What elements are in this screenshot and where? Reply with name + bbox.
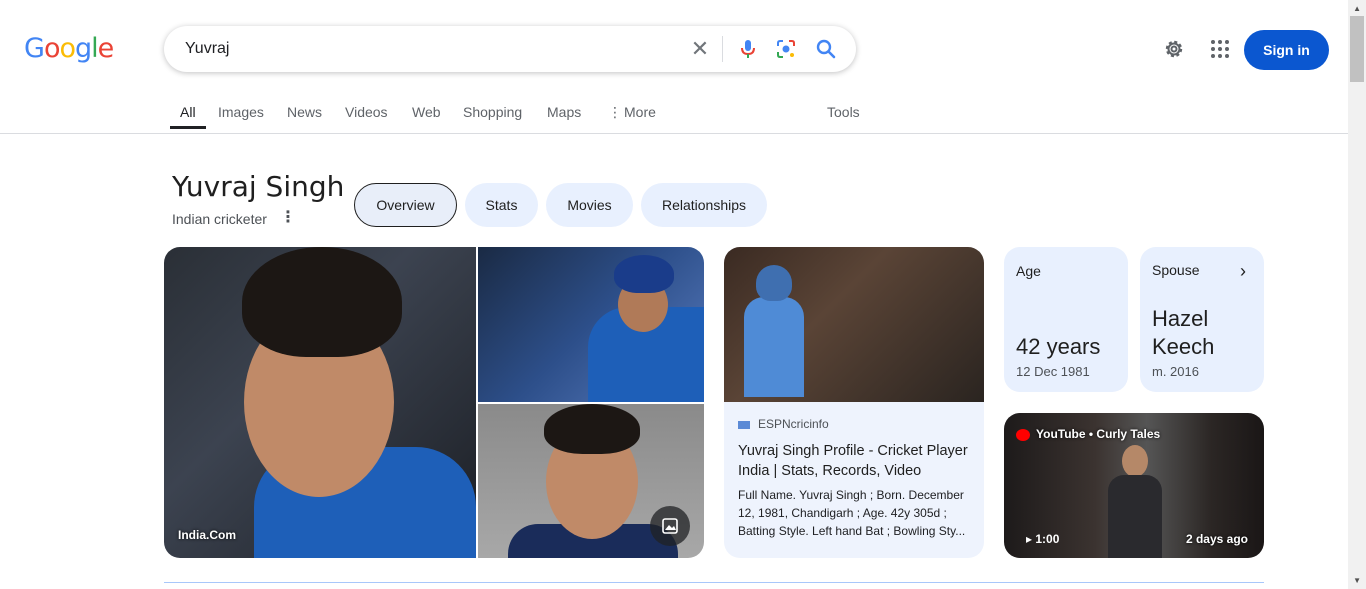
image-source: India.Com [178,528,237,542]
image-icon [662,518,678,534]
image-gallery-button[interactable] [650,506,690,546]
image-hair [544,404,640,454]
image-helmet [756,265,792,301]
entity-subtitle: Indian cricketer [172,211,267,227]
logo-letter-4: g [75,33,92,64]
mic-icon[interactable] [736,37,760,61]
batting-image[interactable] [478,247,704,402]
header-divider [0,133,1348,134]
video-date: 2 days ago [1185,532,1248,546]
sign-in-button[interactable]: Sign in [1244,30,1329,70]
search-tabs: All Images News Videos Web Shopping Maps… [0,104,1348,134]
espn-title[interactable]: Yuvraj Singh Profile - Cricket Player In… [738,441,970,481]
video-duration-label: 1:00 [1035,532,1060,546]
tab-videos[interactable]: Videos [345,104,388,120]
video-source: YouTube • Curly Tales [1016,427,1160,441]
scroll-thumb[interactable] [1350,16,1364,82]
tab-web[interactable]: Web [412,104,441,120]
age-value: 42 years [1016,334,1101,359]
tab-all[interactable]: All [180,104,196,120]
age-label: Age [1016,263,1041,279]
chevron-right-icon: › [1240,261,1246,281]
gear-icon[interactable] [1162,37,1186,61]
chip-movies[interactable]: Movies [546,183,633,227]
active-tab-indicator [170,126,206,129]
image-face [1122,445,1148,477]
portrait-image[interactable] [478,404,704,558]
logo-letter-3: o [59,33,76,64]
main-image[interactable]: India.Com [164,247,476,558]
spouse-label: Spouse [1152,262,1200,278]
play-icon: ▸ [1026,532,1036,546]
chip-relationships[interactable]: Relationships [641,183,767,227]
video-duration: ▸ 1:00 [1026,532,1059,546]
chip-overview[interactable]: Overview [354,183,457,227]
logo-letter-1: G [24,33,45,64]
entity-title: Yuvraj Singh [172,170,345,203]
tab-maps[interactable]: Maps [547,104,581,120]
youtube-icon [1016,428,1030,441]
spouse-value-line2: Keech [1152,334,1215,359]
image-helmet [614,255,674,293]
video-source-label: YouTube • Curly Tales [1036,427,1161,441]
search-input[interactable]: Yuvraj [185,40,229,58]
search-box[interactable]: Yuvraj ✕ [164,26,856,72]
spouse-card[interactable]: Spouse › Hazel Keech m. 2016 [1140,247,1264,392]
age-sub: 12 Dec 1981 [1016,364,1090,379]
google-logo[interactable]: Google [24,33,115,64]
espn-favicon-icon [738,420,750,429]
lens-icon[interactable] [774,37,798,61]
more-options-icon[interactable]: ⋮ [280,207,296,227]
search-divider [722,36,723,62]
scrollbar[interactable]: ▲ ▼ [1348,0,1366,589]
espn-source-label: ESPNcricinfo [758,417,829,431]
image-shirt [744,297,804,397]
logo-letter-6: e [97,33,115,64]
tab-news[interactable]: News [287,104,322,120]
tab-shopping[interactable]: Shopping [463,104,522,120]
age-card[interactable]: Age 42 years 12 Dec 1981 [1004,247,1128,392]
image-hair [242,247,402,357]
spouse-value-line1: Hazel [1152,306,1209,331]
logo-letter-2: o [43,33,61,64]
search-icon[interactable] [814,37,838,61]
tools-button[interactable]: Tools [827,104,860,120]
espn-result-card[interactable]: ESPNcricinfo Yuvraj Singh Profile - Cric… [724,247,984,558]
espn-image [724,247,984,402]
close-icon[interactable]: ✕ [688,37,712,61]
spouse-sub: m. 2016 [1152,364,1199,379]
tab-images[interactable]: Images [218,104,264,120]
apps-icon[interactable] [1208,37,1232,61]
section-divider [164,582,1264,583]
chip-stats[interactable]: Stats [465,183,538,227]
video-card[interactable]: YouTube • Curly Tales ▸ 1:00 2 days ago [1004,413,1264,558]
image-shirt [1108,475,1162,558]
espn-source: ESPNcricinfo [738,417,829,431]
more-vert-icon[interactable]: ⋮ [608,104,622,121]
tab-more[interactable]: More [624,104,656,120]
espn-description: Full Name. Yuvraj Singh ; Born. December… [738,488,966,538]
scroll-up-icon[interactable]: ▲ [1353,4,1361,13]
scroll-down-icon[interactable]: ▼ [1353,576,1361,585]
